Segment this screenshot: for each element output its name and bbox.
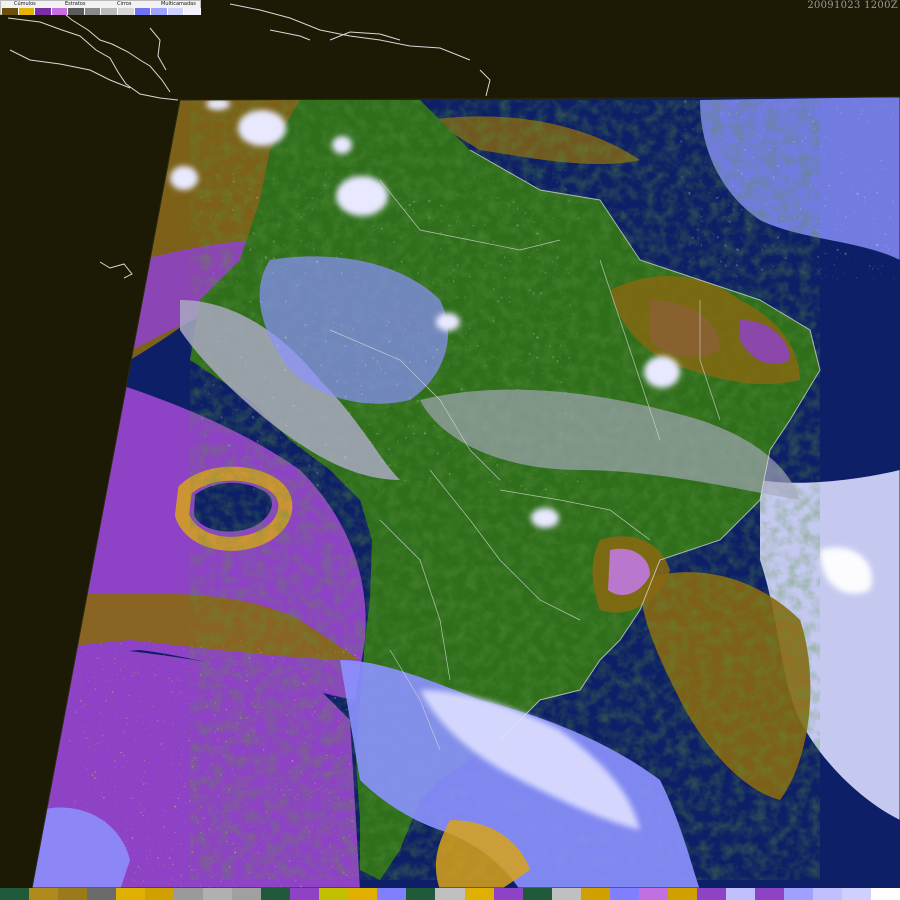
palette-swatch	[29, 888, 59, 900]
palette-swatch	[435, 888, 465, 900]
satellite-image-viewer: Cúmulos Estratos Cirros Multicamadas 200…	[0, 0, 900, 900]
palette-swatch	[261, 888, 291, 900]
legend-swatch	[35, 8, 52, 15]
legend-swatch	[134, 8, 152, 15]
legend-label-stratus: Estratos	[65, 1, 86, 7]
palette-swatch	[116, 888, 146, 900]
palette-swatch	[203, 888, 233, 900]
legend-swatch	[51, 8, 69, 15]
palette-swatch	[638, 888, 668, 900]
image-timestamp: 20091023 1200Z	[807, 0, 898, 11]
legend-swatch	[118, 8, 135, 15]
legend-swatch	[101, 8, 119, 15]
palette-swatch	[696, 888, 726, 900]
palette-swatch	[58, 888, 88, 900]
legend-labels: Cúmulos Estratos Cirros Multicamadas	[1, 1, 202, 8]
palette-swatch	[0, 888, 30, 900]
palette-swatch	[174, 888, 204, 900]
palette-swatch	[609, 888, 639, 900]
legend-swatch	[151, 8, 168, 15]
palette-swatch	[377, 888, 407, 900]
palette-swatch	[522, 888, 552, 900]
core-north	[332, 136, 352, 154]
core-pacific	[170, 166, 198, 190]
palette-swatch	[319, 888, 349, 900]
palette-swatch	[667, 888, 697, 900]
core-amazon	[436, 313, 460, 331]
legend-swatch	[18, 8, 36, 15]
palette-swatch	[551, 888, 581, 900]
legend-label-cirrus: Cirros	[117, 1, 132, 7]
cloud-type-legend: Cúmulos Estratos Cirros Multicamadas	[0, 0, 201, 15]
palette-swatch	[290, 888, 320, 900]
palette-swatch	[870, 888, 900, 900]
core-central-brazil	[531, 508, 559, 528]
palette-swatch	[232, 888, 262, 900]
core-colombia	[238, 110, 286, 146]
palette-swatch	[841, 888, 871, 900]
palette-swatch	[87, 888, 117, 900]
north-atlantic-speckle	[680, 100, 900, 280]
palette-swatch	[783, 888, 813, 900]
core-northeast-brazil	[644, 356, 680, 388]
color-palette-bar	[0, 888, 900, 900]
palette-swatch	[145, 888, 175, 900]
palette-swatch	[406, 888, 436, 900]
legend-swatch	[167, 8, 185, 15]
legend-swatch	[68, 8, 85, 15]
legend-label-cumulus: Cúmulos	[14, 1, 36, 7]
palette-swatch	[464, 888, 494, 900]
palette-swatch	[493, 888, 523, 900]
palette-swatch	[580, 888, 610, 900]
legend-label-multilayer: Multicamadas	[161, 1, 196, 7]
legend-swatches	[2, 8, 201, 15]
legend-swatch	[2, 8, 19, 15]
palette-swatch	[754, 888, 784, 900]
satellite-cloud-map	[0, 0, 900, 900]
core-venezuela	[336, 176, 388, 216]
palette-swatch	[725, 888, 755, 900]
legend-swatch	[84, 8, 102, 15]
legend-swatch	[184, 8, 201, 15]
palette-swatch	[812, 888, 842, 900]
palette-swatch	[348, 888, 378, 900]
